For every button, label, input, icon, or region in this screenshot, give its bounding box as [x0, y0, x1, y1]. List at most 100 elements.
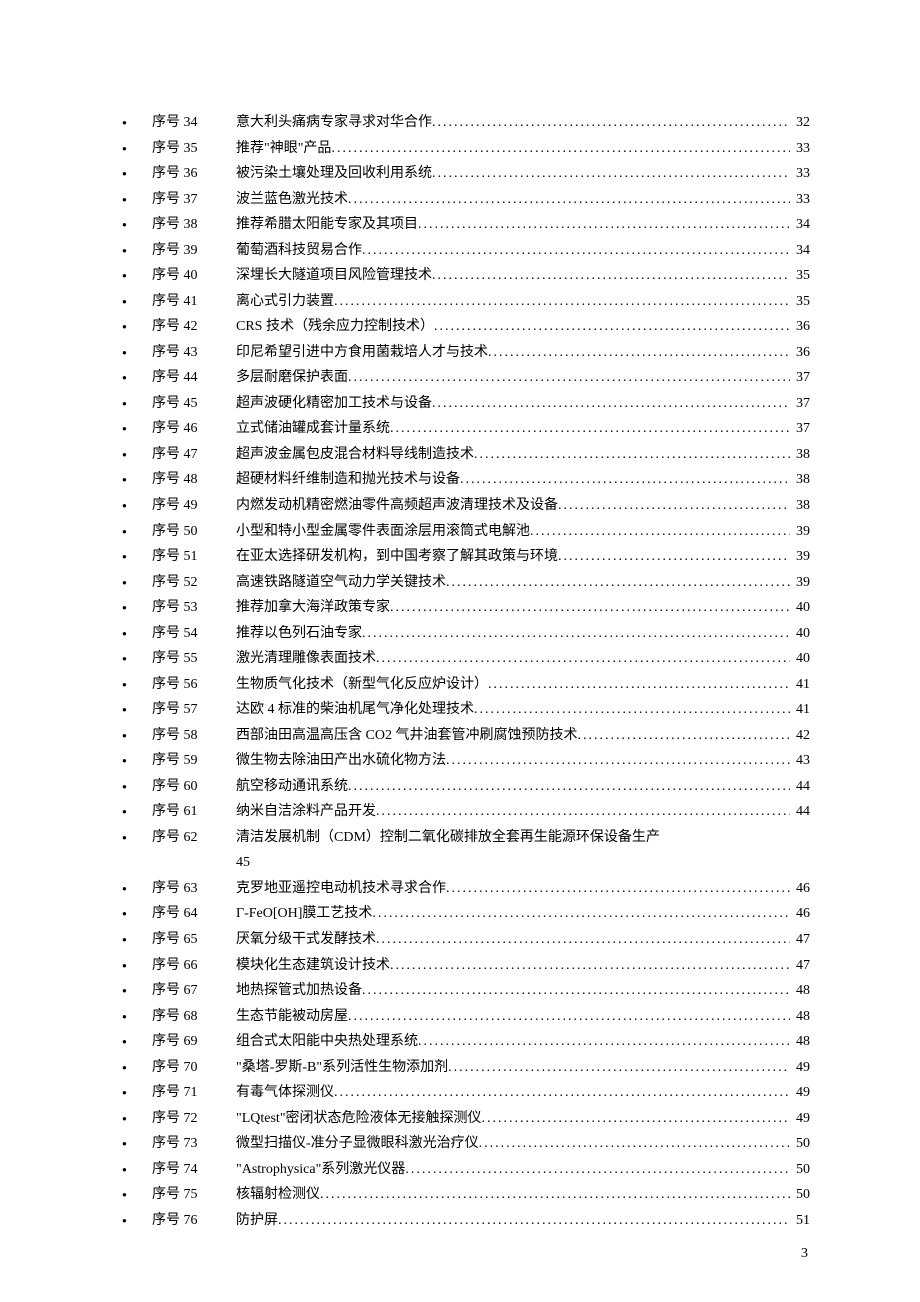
toc-page: 37	[790, 416, 810, 442]
toc-page: 44	[790, 774, 810, 800]
bullet-icon	[110, 1029, 152, 1055]
toc-entry: 序号 74"Astrophysica"系列激光仪器50	[110, 1157, 810, 1183]
bullet-icon	[110, 646, 152, 672]
bullet-icon	[110, 314, 152, 340]
toc-title: 微生物去除油田产出水硫化物方法	[236, 748, 446, 774]
toc-title: 推荐加拿大海洋政策专家	[236, 595, 390, 621]
toc-dots	[390, 953, 790, 979]
toc-sequence: 序号 64	[152, 901, 236, 927]
toc-sequence: 序号 39	[152, 238, 236, 264]
toc-title: 模块化生态建筑设计技术	[236, 953, 390, 979]
bullet-icon	[110, 391, 152, 417]
toc-title: 小型和特小型金属零件表面涂层用滚筒式电解池	[236, 519, 530, 545]
toc-title: 高速铁路隧道空气动力学关键技术	[236, 570, 446, 596]
toc-dots	[348, 365, 790, 391]
toc-entry: 序号 66模块化生态建筑设计技术47	[110, 953, 810, 979]
toc-sequence: 序号 68	[152, 1004, 236, 1030]
toc-page: 41	[790, 697, 810, 723]
toc-dots	[460, 467, 790, 493]
bullet-icon	[110, 901, 152, 927]
bullet-icon	[110, 1106, 152, 1132]
toc-page: 37	[790, 365, 810, 391]
toc-dots	[446, 748, 790, 774]
bullet-icon	[110, 953, 152, 979]
toc-page: 39	[790, 570, 810, 596]
bullet-icon	[110, 1004, 152, 1030]
toc-dots	[432, 110, 790, 136]
bullet-icon	[110, 1157, 152, 1183]
bullet-icon	[110, 416, 152, 442]
toc-entry: 序号 61纳米自洁涂料产品开发44	[110, 799, 810, 825]
toc-dots	[432, 263, 790, 289]
toc-dots	[432, 391, 790, 417]
toc-dots	[577, 723, 790, 749]
toc-sequence: 序号 56	[152, 672, 236, 698]
bullet-icon	[110, 621, 152, 647]
bullet-icon	[110, 927, 152, 953]
bullet-icon	[110, 1131, 152, 1157]
toc-sequence: 序号 40	[152, 263, 236, 289]
toc-entry: 序号 57达欧 4 标准的柴油机尾气净化处理技术41	[110, 697, 810, 723]
bullet-icon	[110, 774, 152, 800]
toc-entry: 序号 47超声波金属包皮混合材料导线制造技术38	[110, 442, 810, 468]
toc-page: 39	[790, 519, 810, 545]
toc-dots	[488, 672, 790, 698]
toc-entry: 序号 35推荐"神眼"产品33	[110, 136, 810, 162]
toc-title: 有毒气体探测仪	[236, 1080, 334, 1106]
table-of-contents: 序号 34意大利头痛病专家寻求对华合作32序号 35推荐"神眼"产品33序号 3…	[110, 110, 810, 1233]
toc-page: 46	[790, 901, 810, 927]
toc-sequence: 序号 61	[152, 799, 236, 825]
toc-page: 35	[790, 289, 810, 315]
toc-sequence: 序号 44	[152, 365, 236, 391]
bullet-icon	[110, 340, 152, 366]
toc-entry: 序号 70"桑塔-罗斯-B"系列活性生物添加剂 49	[110, 1055, 810, 1081]
toc-dots	[334, 1080, 790, 1106]
toc-dots	[320, 1182, 790, 1208]
toc-entry: 序号 51在亚太选择研发机构，到中国考察了解其政策与环境39	[110, 544, 810, 570]
toc-sequence: 序号 50	[152, 519, 236, 545]
toc-dots	[558, 493, 790, 519]
toc-page: 48	[790, 978, 810, 1004]
toc-sequence: 序号 47	[152, 442, 236, 468]
toc-sequence: 序号 46	[152, 416, 236, 442]
bullet-icon	[110, 263, 152, 289]
bullet-icon	[110, 799, 152, 825]
toc-title: 多层耐磨保护表面	[236, 365, 348, 391]
toc-entry: 序号 75核辐射检测仪50	[110, 1182, 810, 1208]
toc-page: 43	[790, 748, 810, 774]
toc-page: 40	[790, 646, 810, 672]
bullet-icon	[110, 289, 152, 315]
toc-title: CRS 技术（残余应力控制技术）	[236, 314, 434, 340]
toc-entry: 序号 37波兰蓝色激光技术33	[110, 187, 810, 213]
toc-dots	[348, 1004, 790, 1030]
toc-page: 38	[790, 493, 810, 519]
toc-page: 50	[790, 1157, 810, 1183]
toc-sequence: 序号 75	[152, 1182, 236, 1208]
toc-dots	[372, 901, 790, 927]
toc-title: 生态节能被动房屋	[236, 1004, 348, 1030]
toc-title: 厌氧分级干式发酵技术	[236, 927, 376, 953]
toc-entry: 序号 62清洁发展机制（CDM）控制二氧化碳排放全套再生能源环保设备生产	[110, 825, 810, 851]
toc-dots	[418, 212, 790, 238]
toc-title: 在亚太选择研发机构，到中国考察了解其政策与环境	[236, 544, 558, 570]
toc-entry: 序号 42CRS 技术（残余应力控制技术）36	[110, 314, 810, 340]
toc-page: 34	[790, 212, 810, 238]
toc-sequence: 序号 41	[152, 289, 236, 315]
toc-dots	[474, 442, 790, 468]
toc-entry: 序号 46立式储油罐成套计量系统37	[110, 416, 810, 442]
toc-entry: 序号 58西部油田高温高压含 CO2 气井油套管冲刷腐蚀预防技术 42	[110, 723, 810, 749]
toc-sequence: 序号 67	[152, 978, 236, 1004]
toc-sequence: 序号 35	[152, 136, 236, 162]
toc-dots	[418, 1029, 790, 1055]
toc-title: 推荐以色列石油专家	[236, 621, 362, 647]
toc-dots	[376, 799, 790, 825]
toc-entry: 序号 56生物质气化技术（新型气化反应炉设计）41	[110, 672, 810, 698]
toc-dots	[434, 314, 790, 340]
toc-title: 生物质气化技术（新型气化反应炉设计）	[236, 672, 488, 698]
toc-page: 49	[790, 1106, 810, 1132]
toc-page: 38	[790, 467, 810, 493]
toc-page: 50	[790, 1131, 810, 1157]
toc-sequence: 序号 70	[152, 1055, 236, 1081]
toc-entry: 序号 50小型和特小型金属零件表面涂层用滚筒式电解池 39	[110, 519, 810, 545]
toc-dots	[362, 978, 790, 1004]
